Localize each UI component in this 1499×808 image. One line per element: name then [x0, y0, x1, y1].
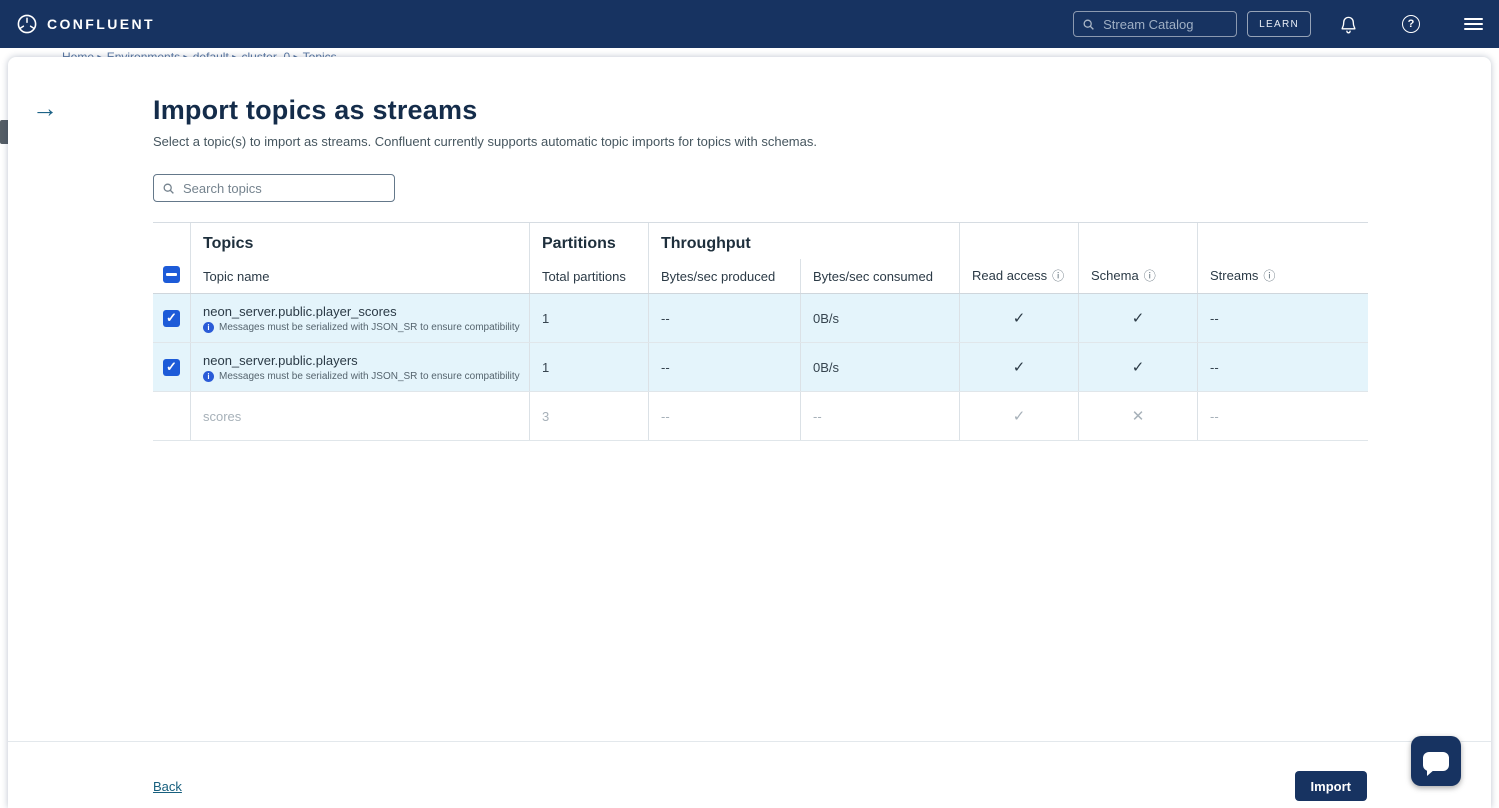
- chat-widget-button[interactable]: [1411, 736, 1461, 786]
- stream-catalog-search[interactable]: [1073, 11, 1237, 37]
- top-navigation-bar: CONFLUENT LEARN ?: [0, 0, 1499, 48]
- column-read-access: Read access ⓘ: [959, 223, 1078, 293]
- learn-button[interactable]: LEARN: [1247, 11, 1311, 37]
- help-icon[interactable]: ?: [1402, 15, 1420, 33]
- bytes-consumed-value: 0B/s: [800, 343, 959, 391]
- topic-name: neon_server.public.player_scores: [203, 304, 397, 319]
- info-icon: i: [203, 322, 214, 333]
- table-row[interactable]: neon_server.public.player_scores i Messa…: [153, 294, 1368, 343]
- row-checkbox[interactable]: [163, 310, 180, 327]
- schema-check-icon: ✓: [1078, 343, 1197, 391]
- read-access-check-icon: ✓: [959, 343, 1078, 391]
- partitions-value: 1: [529, 294, 648, 342]
- column-group-throughput: Throughput: [648, 223, 959, 259]
- info-icon: i: [203, 371, 214, 382]
- partitions-value: 1: [529, 343, 648, 391]
- table-row[interactable]: neon_server.public.players i Messages mu…: [153, 343, 1368, 392]
- collapsed-side-tab: [0, 120, 8, 144]
- schema-check-icon: ✓: [1078, 294, 1197, 342]
- topic-note: i Messages must be serialized with JSON_…: [203, 322, 520, 333]
- brand-name: CONFLUENT: [47, 16, 155, 32]
- read-access-check-icon: ✓: [959, 294, 1078, 342]
- back-link[interactable]: Back: [153, 779, 182, 794]
- bytes-produced-value: --: [648, 294, 800, 342]
- topic-name: scores: [203, 409, 241, 424]
- bytes-consumed-value: 0B/s: [800, 294, 959, 342]
- topic-search-field[interactable]: [153, 174, 395, 202]
- select-all-checkbox[interactable]: [163, 266, 180, 283]
- column-total-partitions: Total partitions: [529, 259, 648, 293]
- search-icon: [1082, 18, 1095, 31]
- hamburger-menu-icon[interactable]: [1464, 18, 1483, 30]
- column-topic-name: Topic name: [190, 259, 529, 293]
- topic-search-input[interactable]: [181, 180, 386, 197]
- column-bytes-produced: Bytes/sec produced: [648, 259, 800, 293]
- bytes-consumed-value: --: [800, 392, 959, 440]
- page-title: Import topics as streams: [153, 95, 1368, 126]
- confluent-logo-icon: [16, 13, 38, 35]
- read-access-info-icon[interactable]: ⓘ: [1052, 270, 1064, 283]
- schema-cross-icon: ✕: [1078, 392, 1197, 440]
- column-schema: Schema ⓘ: [1078, 223, 1197, 293]
- column-streams: Streams ⓘ: [1197, 223, 1368, 293]
- schema-info-icon[interactable]: ⓘ: [1144, 270, 1156, 283]
- topics-table: Topics Topic name Partitions Total parti…: [153, 222, 1368, 441]
- panel-footer: Back Import: [8, 741, 1491, 808]
- bytes-produced-value: --: [648, 392, 800, 440]
- partitions-value: 3: [529, 392, 648, 440]
- table-row: scores 3 -- -- ✓ ✕ --: [153, 392, 1368, 441]
- chat-bubble-icon: [1423, 752, 1449, 771]
- topic-name: neon_server.public.players: [203, 353, 358, 368]
- import-button[interactable]: Import: [1295, 771, 1367, 801]
- page-subtitle: Select a topic(s) to import as streams. …: [153, 134, 1368, 149]
- confluent-logo[interactable]: CONFLUENT: [16, 13, 155, 35]
- notifications-bell-icon[interactable]: [1339, 15, 1358, 34]
- bytes-produced-value: --: [648, 343, 800, 391]
- import-topics-panel: → Import topics as streams Select a topi…: [8, 57, 1491, 808]
- collapse-panel-arrow-icon[interactable]: →: [32, 95, 58, 121]
- column-group-partitions: Partitions: [529, 223, 648, 259]
- streams-info-icon[interactable]: ⓘ: [1263, 270, 1275, 283]
- search-icon: [162, 182, 175, 195]
- table-header: Topics Topic name Partitions Total parti…: [153, 223, 1368, 294]
- column-bytes-consumed: Bytes/sec consumed: [800, 259, 959, 293]
- streams-value: --: [1197, 343, 1368, 391]
- read-access-check-icon: ✓: [959, 392, 1078, 440]
- streams-value: --: [1197, 294, 1368, 342]
- streams-value: --: [1197, 392, 1368, 440]
- column-group-topics: Topics: [190, 223, 529, 259]
- stream-catalog-search-input[interactable]: [1101, 16, 1228, 33]
- row-checkbox[interactable]: [163, 359, 180, 376]
- topic-note: i Messages must be serialized with JSON_…: [203, 371, 520, 382]
